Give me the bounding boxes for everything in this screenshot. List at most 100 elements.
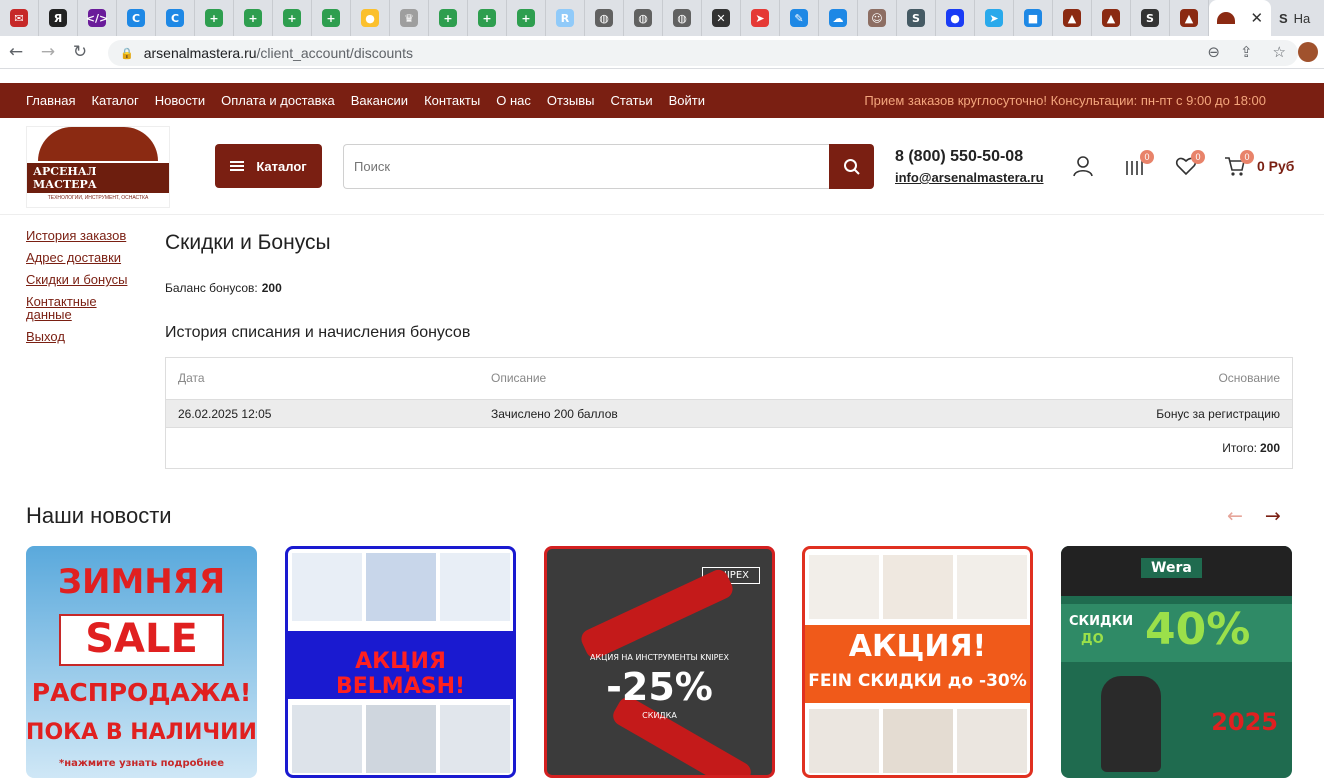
product-image [440,705,510,773]
browser-tab[interactable]: S На [1271,11,1310,26]
news-section-title: Наши новости [26,503,172,528]
topnav-link[interactable]: Оплата и доставка [221,93,335,108]
table-total: Итого: 200 [1222,441,1280,455]
browser-tab[interactable]: S [897,0,936,36]
topnav-link[interactable]: Отзывы [547,93,595,108]
topnav-link[interactable]: Вакансии [351,93,408,108]
sidebar-item-order-history[interactable]: История заказов [26,229,146,242]
browser-tab[interactable]: ➤ [975,0,1014,36]
browser-tab-strip: ✉ Я </> C C + + + + ● ♛ + + + R ◍ ◍ ◍ ✕ ➤ ✎ ☁ ☺ S ● ➤ ■ ▲ ▲ S ▲ ✕ S На [0,0,1324,36]
logo-emblem [38,127,158,161]
close-tab-icon[interactable]: ✕ [1251,9,1264,27]
browser-tab[interactable]: + [429,0,468,36]
card-text: СКИДКИ [1069,614,1134,629]
news-card-winter-sale[interactable]: ЗИМНЯЯ SALE РАСПРОДАЖА! ПОКА В НАЛИЧИИ *… [26,546,257,778]
browser-tab[interactable]: ● [351,0,390,36]
catalog-button[interactable]: Каталог [215,144,322,188]
browser-tab[interactable]: ▲ [1170,0,1209,36]
browser-tab[interactable]: Я [39,0,78,36]
phone-number[interactable]: 8 (800) 550-50-08 [895,148,1023,166]
arrow-left-icon[interactable]: ← [1227,505,1243,527]
topnav-link[interactable]: Каталог [91,93,138,108]
code-tab-icon: </> [86,9,108,27]
sidebar-item-logout[interactable]: Выход [26,330,146,343]
sidebar-item-delivery-address[interactable]: Адрес доставки [26,251,146,264]
card-text: 2025 [1211,708,1278,736]
edit-tab-icon: ✎ [790,9,808,27]
back-icon[interactable]: ← [0,36,32,68]
sidebar-item-contact-data[interactable]: Контактные данные [26,295,114,321]
browser-tab[interactable]: ✕ [702,0,741,36]
email-link[interactable]: info@arsenalmastera.ru [895,170,1044,185]
browser-tab[interactable]: C [117,0,156,36]
bookmark-star-icon[interactable]: ☆ [1273,43,1286,61]
browser-tab[interactable]: + [234,0,273,36]
browser-tab[interactable]: + [195,0,234,36]
browser-tab[interactable]: + [273,0,312,36]
browser-tab-active[interactable]: ✕ [1209,0,1271,36]
share-icon[interactable]: ⇪ [1240,43,1253,61]
cell-date: 26.02.2025 12:05 [178,407,272,421]
url-input[interactable]: 🔒 arsenalmastera.ru/client_account/disco… [108,40,1298,66]
browser-tab[interactable]: ▲ [1053,0,1092,36]
browser-tab[interactable]: + [312,0,351,36]
browser-tab[interactable]: ♛ [390,0,429,36]
cart-sum[interactable]: 0 Руб [1257,158,1294,174]
news-carousel-controls: ← → [1227,505,1281,527]
user-icon[interactable] [1071,154,1095,178]
news-card-fein[interactable]: АКЦИЯ! FEIN СКИДКИ до -30% [802,546,1033,778]
zoom-icon[interactable]: ⊖ [1207,43,1220,61]
browser-tab[interactable]: S [1131,0,1170,36]
news-card-wera[interactable]: Wera СКИДКИ ДО 40% 2025 [1061,546,1292,778]
browser-tab[interactable]: ▲ [1092,0,1131,36]
tools-tab-icon: ✕ [712,9,730,27]
lock-icon[interactable]: 🔒 [120,47,134,60]
topnav-link[interactable]: Контакты [424,93,480,108]
cell-description: Зачислено 200 баллов [491,407,618,421]
browser-tab[interactable]: ☁ [819,0,858,36]
topnav-link[interactable]: Статьи [610,93,652,108]
browser-tab[interactable]: ➤ [741,0,780,36]
product-image [809,709,879,773]
logo-name: АРСЕНАЛ МАСТЕРА [27,163,169,193]
search-button[interactable] [829,144,874,189]
browser-tab[interactable]: ■ [1014,0,1053,36]
browser-tab[interactable]: + [507,0,546,36]
product-image [440,553,510,621]
topnav-link[interactable]: О нас [496,93,531,108]
site-logo[interactable]: АРСЕНАЛ МАСТЕРА ТЕХНОЛОГИИ, ИНСТРУМЕНТ, … [26,126,170,208]
browser-tab[interactable]: ☺ [858,0,897,36]
browser-tab[interactable]: ◍ [585,0,624,36]
sidebar-item-discounts[interactable]: Скидки и бонусы [26,273,146,286]
search-input[interactable] [343,144,830,189]
arrow-right-icon[interactable]: → [1265,505,1281,527]
browser-tab[interactable]: ◍ [624,0,663,36]
arsenal-tab-icon [1216,12,1235,24]
reload-icon[interactable]: ↻ [64,36,96,68]
browser-tab[interactable]: ✉ [0,0,39,36]
topnav-link[interactable]: Главная [26,93,75,108]
browser-tab[interactable]: ✎ [780,0,819,36]
news-card-knipex[interactable]: KNIPEX АКЦИЯ НА ИНСТРУМЕНТЫ KNIPEX -25% … [544,546,775,778]
globe-tab-icon: ◍ [634,9,652,27]
pliers-image [578,566,736,662]
robot-image [1101,676,1161,772]
browser-tab[interactable]: ● [936,0,975,36]
chat-tab-icon: ■ [1024,9,1042,27]
browser-tab[interactable]: + [468,0,507,36]
product-image [883,709,953,773]
topnav-link[interactable]: Новости [155,93,205,108]
browser-tab[interactable]: C [156,0,195,36]
card-text: 40% [1145,604,1251,655]
browser-tab[interactable]: </> [78,0,117,36]
news-card-belmash[interactable]: АКЦИЯ BELMASH! [285,546,516,778]
browser-tab[interactable]: R [546,0,585,36]
menu-icon [230,161,245,171]
topnav-link[interactable]: Войти [669,93,705,108]
card-text: SALE [85,616,198,662]
forward-icon[interactable]: → [32,36,64,68]
profile-avatar[interactable] [1298,42,1318,62]
product-image [883,555,953,619]
browser-tab[interactable]: ◍ [663,0,702,36]
dollar-tab-icon: S [1141,9,1159,27]
